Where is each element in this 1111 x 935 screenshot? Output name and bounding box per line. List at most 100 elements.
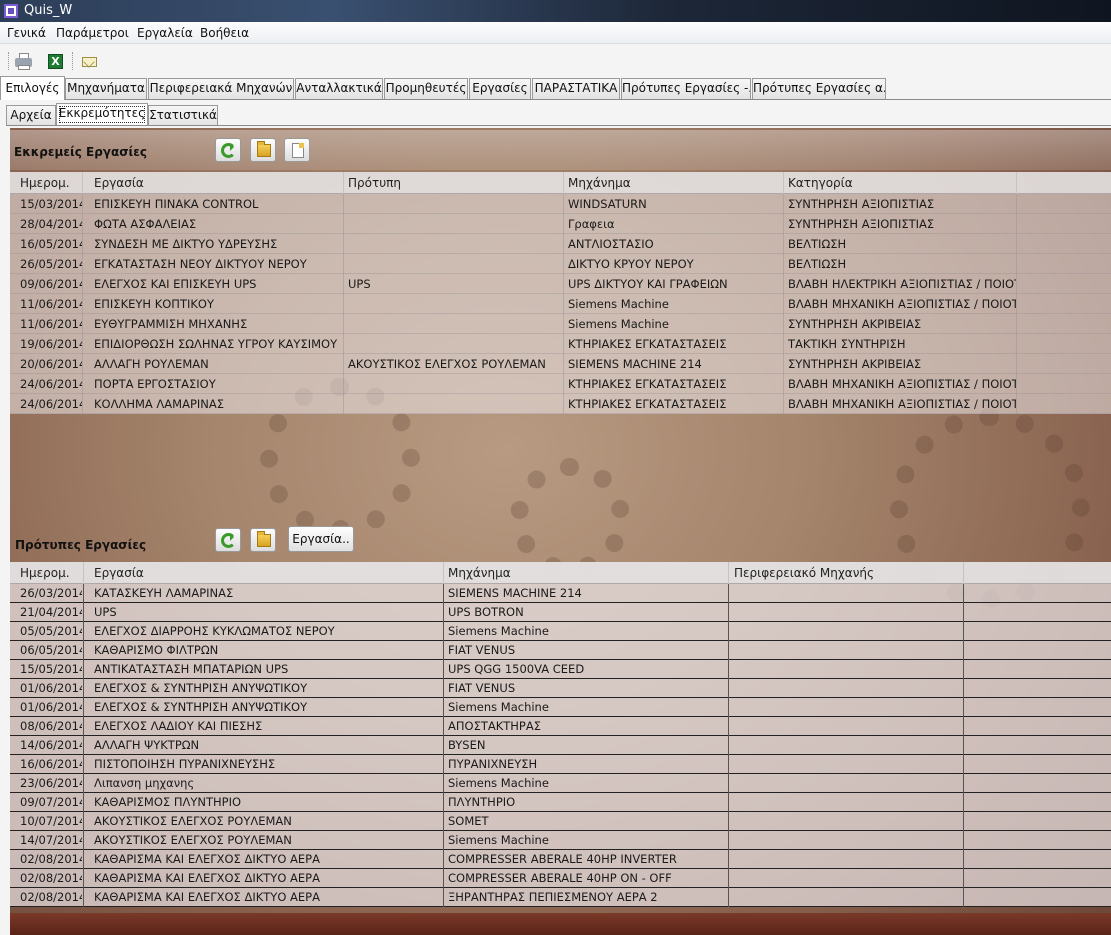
table-row[interactable]: 08/06/2014 ΕΛΕΓΧΟΣ ΛΑΔΙΟΥ ΚΑΙ ΠΙΕΣΗΣ ΑΠΟΣΤ… (10, 717, 1111, 736)
cell-machine: WINDSATURN (568, 197, 647, 211)
table-row[interactable]: 26/05/2014 ΕΓΚΑΤΑΣΤΑΣΗ ΝΕΟΥ ΔΙΚΤΥΟΥ ΝΕΡΟΥ… (10, 254, 1111, 274)
task-button[interactable]: Εργασία.. (288, 526, 354, 552)
gear-watermark (510, 458, 630, 578)
table-row[interactable]: 02/08/2014 ΚΑΘΑΡΙΣΜΑ ΚΑΙ ΕΛΕΓΧΟΣ ΔΙΚΤΥΟ Α… (10, 869, 1111, 888)
menu-tools[interactable]: Εργαλεία (137, 26, 193, 40)
cell-date: 15/03/2014 (20, 197, 82, 211)
table-row[interactable]: 14/07/2014 ΑΚΟΥΣΤΙΚΟΣ ΕΛΕΓΧΟΣ ΡΟΥΛΕΜΑΝ Sie… (10, 831, 1111, 850)
pending-grid[interactable]: Ημερομ. Εργασία Πρότυπη Μηχάνημα Κατηγορ… (10, 172, 1111, 414)
excel-icon[interactable]: X (46, 52, 66, 72)
col-task[interactable]: Εργασία (94, 566, 144, 580)
tab-template-tasks-b[interactable]: Πρότυπες Εργασίες α.. (752, 78, 886, 99)
table-row[interactable]: 16/06/2014 ΠΙΣΤΟΠΟΙΗΣΗ ΠΥΡΑΝΙΧΝΕΥΣΗΣ ΠΥΡΑΝ… (10, 755, 1111, 774)
cell-date: 06/05/2014 (20, 643, 82, 657)
table-row[interactable]: 09/07/2014 ΚΑΘΑΡΙΣΜΟΣ ΠΛΥΝΤΗΡΙΟ ΠΛΥΝΤΗΡΙΟ (10, 793, 1111, 812)
pending-new-button[interactable] (284, 138, 310, 162)
templates-grid[interactable]: Ημερομ. Εργασία Μηχάνημα Περιφερειακό Μη… (10, 562, 1111, 907)
tab-peripherals[interactable]: Περιφερειακά Μηχανών (148, 78, 294, 99)
pending-refresh-button[interactable] (215, 138, 241, 162)
cell-date: 01/06/2014 (20, 681, 82, 695)
table-row[interactable]: 01/06/2014 ΕΛΕΓΧΟΣ & ΣΥΝΤΗΡΙΣΗ ΑΝΥΨΩΤΙΚΟΥ… (10, 698, 1111, 717)
col-date[interactable]: Ημερομ. (20, 566, 70, 580)
cell-task: ΕΠΙΣΚΕΥΗ ΚΟΠΤΙΚΟΥ (94, 297, 214, 311)
col-task[interactable]: Εργασία (94, 176, 144, 190)
pending-open-button[interactable] (250, 138, 276, 162)
cell-task: ΕΛΕΓΧΟΣ ΚΑΙ ΕΠΙΣΚΕΥΗ UPS (94, 277, 257, 291)
table-row[interactable]: 15/03/2014 ΕΠΙΣΚΕΥΗ ΠΙΝΑΚΑ CONTROL WINDSAT… (10, 194, 1111, 214)
cell-machine: Siemens Machine (448, 776, 549, 790)
cell-date: 11/06/2014 (20, 317, 82, 331)
table-row[interactable]: 26/03/2014 ΚΑΤΑΣΚΕΥΗ ΛΑΜΑΡΙΝΑΣ SIEMENS MAC… (10, 584, 1111, 603)
table-row[interactable]: 06/05/2014 ΚΑΘΑΡΙΣΜΟ ΦΙΛΤΡΩΝ FIAT VENUS (10, 641, 1111, 660)
cell-machine: COMPRESSER ABERALE 40HP ON - OFF (448, 871, 672, 885)
templates-open-button[interactable] (250, 528, 276, 552)
table-row[interactable]: 20/06/2014 ΑΛΛΑΓΗ ΡΟΥΛΕΜΑΝ ΑΚΟΥΣΤΙΚΟΣ ΕΛΕΓ… (10, 354, 1111, 374)
table-row[interactable]: 02/08/2014 ΚΑΘΑΡΙΣΜΑ ΚΑΙ ΕΛΕΓΧΟΣ ΔΙΚΤΥΟ Α… (10, 888, 1111, 907)
tab-options[interactable]: Επιλογές (0, 76, 65, 100)
cell-task: ΕΠΙΔΙΟΡΘΩΣΗ ΣΩΛΗΝΑΣ ΥΓΡΟΥ ΚΑΥΣΙΜΟΥ (94, 337, 338, 351)
col-date[interactable]: Ημερομ. (20, 176, 70, 190)
tab-statistics[interactable]: Στατιστικά (148, 105, 218, 125)
table-row[interactable]: 24/06/2014 ΠΟΡΤΑ ΕΡΓΟΣΤΑΣΙΟΥ ΚΤΗΡΙΑΚΕΣ ΕΓΚ… (10, 374, 1111, 394)
table-row[interactable]: 10/07/2014 ΑΚΟΥΣΤΙΚΟΣ ΕΛΕΓΧΟΣ ΡΟΥΛΕΜΑΝ SOM… (10, 812, 1111, 831)
table-row[interactable]: 15/05/2014 ΑΝΤΙΚΑΤΑΣΤΑΣΗ ΜΠΑΤΑΡΙΩΝ UPS UPS… (10, 660, 1111, 679)
cell-task: ΚΑΘΑΡΙΣΜΟΣ ΠΛΥΝΤΗΡΙΟ (94, 795, 242, 809)
col-template[interactable]: Πρότυπη (348, 176, 401, 190)
table-row[interactable]: 02/08/2014 ΚΑΘΑΡΙΣΜΑ ΚΑΙ ΕΛΕΓΧΟΣ ΔΙΚΤΥΟ Α… (10, 850, 1111, 869)
cell-date: 02/08/2014 (20, 871, 82, 885)
tab-tasks[interactable]: Εργασίες (469, 78, 531, 99)
tab-documents[interactable]: ΠΑΡΑΣΤΑΤΙΚΑ (532, 78, 620, 99)
col-machine[interactable]: Μηχάνημα (448, 566, 511, 580)
new-document-icon (292, 143, 304, 158)
table-row[interactable]: 24/06/2014 ΚΟΛΛΗΜΑ ΛΑΜΑΡΙΝΑΣ ΚΤΗΡΙΑΚΕΣ ΕΓΚ… (10, 394, 1111, 414)
cell-date: 16/05/2014 (20, 237, 82, 251)
cell-task: Λιπανση μηχανης (94, 776, 195, 790)
menu-parameters[interactable]: Παράμετροι (56, 26, 129, 40)
cell-machine: ΚΤΗΡΙΑΚΕΣ ΕΓΚΑΤΑΣΤΑΣΕΙΣ (568, 337, 727, 351)
cell-machine: FIAT VENUS (448, 643, 516, 657)
col-category[interactable]: Κατηγορία (788, 176, 853, 190)
templates-title: Πρότυπες Εργασίες (15, 538, 147, 552)
tab-machines[interactable]: Μηχανήματα (65, 78, 147, 99)
cell-date: 05/05/2014 (20, 624, 82, 638)
mail-icon[interactable] (80, 52, 100, 72)
table-row[interactable]: 14/06/2014 ΑΛΛΑΓΗ ΨΥΚΤΡΩΝ BYSEN (10, 736, 1111, 755)
menu-help[interactable]: Βοήθεια (200, 26, 249, 40)
templates-grid-body: 26/03/2014 ΚΑΤΑΣΚΕΥΗ ΛΑΜΑΡΙΝΑΣ SIEMENS MAC… (10, 584, 1111, 907)
tab-template-tasks-a[interactable]: Πρότυπες Εργασίες -.. (621, 78, 751, 99)
cell-machine: ΑΠΟΣΤΑΚΤΗΡΑΣ (448, 719, 542, 733)
table-row[interactable]: 21/04/2014 UPS UPS BOTRON (10, 603, 1111, 622)
cell-category: ΣΥΝΤΗΡΗΣΗ ΑΚΡΙΒΕΙΑΣ (788, 357, 922, 371)
tab-files[interactable]: Αρχεία (6, 105, 56, 125)
cell-task: ΚΑΘΑΡΙΣΜΟ ΦΙΛΤΡΩΝ (94, 643, 219, 657)
table-row[interactable]: 01/06/2014 ΕΛΕΓΧΟΣ & ΣΥΝΤΗΡΙΣΗ ΑΝΥΨΩΤΙΚΟΥ… (10, 679, 1111, 698)
cell-category: ΒΕΛΤΙΩΣΗ (788, 257, 847, 271)
table-row[interactable]: 23/06/2014 Λιπανση μηχανης Siemens Machine (10, 774, 1111, 793)
tab-spare-parts[interactable]: Ανταλλακτικά (295, 78, 383, 99)
templates-refresh-button[interactable] (215, 528, 241, 552)
cell-machine: ΠΥΡΑΝΙΧΝΕΥΣΗ (448, 757, 538, 771)
printer-icon[interactable] (14, 52, 34, 72)
table-row[interactable]: 05/05/2014 ΕΛΕΓΧΟΣ ΔΙΑΡΡΟΗΣ ΚΥΚΛΩΜΑΤΟΣ ΝΕ… (10, 622, 1111, 641)
tab-suppliers[interactable]: Προμηθευτές (384, 78, 468, 99)
col-machine[interactable]: Μηχάνημα (568, 176, 631, 190)
cell-machine: ΔΙΚΤΥΟ ΚΡΥΟΥ ΝΕΡΟΥ (568, 257, 694, 271)
table-row[interactable]: 11/06/2014 ΕΥΘΥΓΡΑΜΜΙΣΗ ΜΗΧΑΝΗΣ Siemens Ma… (10, 314, 1111, 334)
toolbar-separator (72, 52, 74, 70)
menu-general[interactable]: Γενικά (7, 26, 46, 40)
cell-task: ΚΑΤΑΣΚΕΥΗ ΛΑΜΑΡΙΝΑΣ (94, 586, 234, 600)
cell-category: ΒΛΑΒΗ ΗΛΕΚΤΡΙΚΗ ΑΞΙΟΠΙΣΤΙΑΣ / ΠΟΙΟΤΗ (788, 277, 1016, 291)
templates-section-header: Πρότυπες Εργασίες Εργασία.. (10, 520, 1111, 560)
table-row[interactable]: 16/05/2014 ΣΥΝΔΕΣΗ ΜΕ ΔΙΚΤΥΟ ΥΔΡΕΥΣΗΣ ΑΝΤΛ… (10, 234, 1111, 254)
cell-date: 16/06/2014 (20, 757, 82, 771)
cell-category: ΒΛΑΒΗ ΜΗΧΑΝΙΚΗ ΑΞΙΟΠΙΣΤΙΑΣ / ΠΟΙΟΤΗ (788, 297, 1016, 311)
table-row[interactable]: 09/06/2014 ΕΛΕΓΧΟΣ ΚΑΙ ΕΠΙΣΚΕΥΗ UPS UPS UPS… (10, 274, 1111, 294)
table-row[interactable]: 28/04/2014 ΦΩΤΑ ΑΣΦΑΛΕΙΑΣ Γραφεια ΣΥΝΤΗΡΗΣΗ… (10, 214, 1111, 234)
table-row[interactable]: 11/06/2014 ΕΠΙΣΚΕΥΗ ΚΟΠΤΙΚΟΥ Siemens Machi… (10, 294, 1111, 314)
tab-pending[interactable]: Εκκρεμότητες (56, 103, 148, 125)
cell-date: 10/07/2014 (20, 814, 82, 828)
cell-category: ΣΥΝΤΗΡΗΣΗ ΑΚΡΙΒΕΙΑΣ (788, 317, 922, 331)
cell-machine: UPS ΔΙΚΤΥΟΥ ΚΑΙ ΓΡΑΦΕΙΩΝ (568, 277, 728, 291)
table-row[interactable]: 19/06/2014 ΕΠΙΔΙΟΡΘΩΣΗ ΣΩΛΗΝΑΣ ΥΓΡΟΥ ΚΑΥΣ… (10, 334, 1111, 354)
col-peripheral[interactable]: Περιφερειακό Μηχανής (734, 566, 874, 580)
